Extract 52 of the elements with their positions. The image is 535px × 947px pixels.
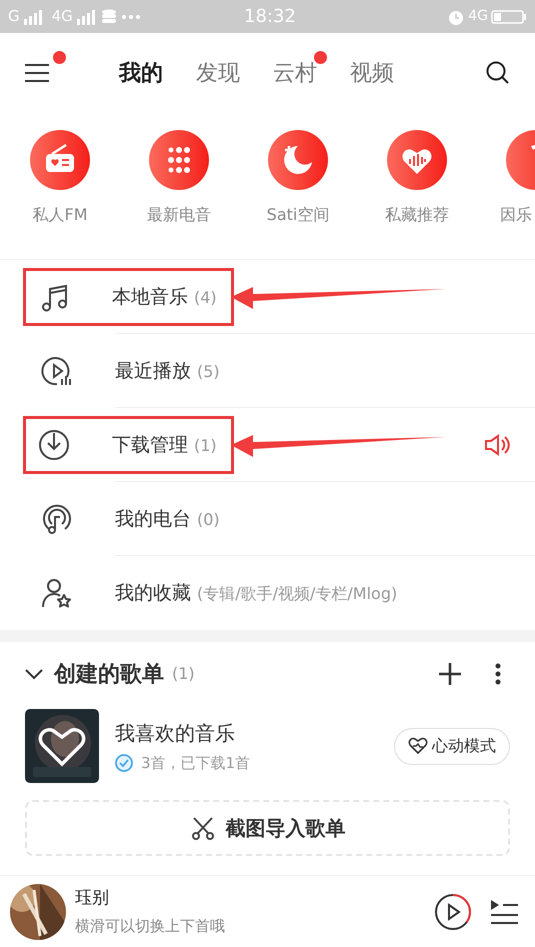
- section-count: (1): [172, 663, 195, 685]
- add-icon[interactable]: [438, 662, 462, 686]
- menu-count: (专辑/歌手/视频/专栏/Mlog): [197, 582, 398, 605]
- battery-icon: [491, 8, 527, 24]
- playlist-icon[interactable]: [489, 898, 519, 924]
- shortcut-label: 最新电音: [147, 204, 211, 226]
- menu-row[interactable]: 我的电台 (0): [0, 482, 535, 556]
- menu-label: 我的电台: [115, 506, 191, 532]
- playlist-row[interactable]: 我喜欢的音乐 3首，已下载1首 心动模式: [0, 706, 535, 786]
- scissors-icon: [190, 816, 216, 840]
- shortcut-icon[interactable]: [30, 130, 90, 190]
- song-hint: 横滑可以切换上下首哦: [75, 916, 225, 937]
- signal-icon: [76, 8, 97, 24]
- menu-label: 最近播放: [115, 358, 191, 384]
- database-icon: [100, 8, 117, 24]
- playlist-name: 我喜欢的音乐: [115, 720, 236, 747]
- menu-row[interactable]: 最近播放 (5): [0, 334, 535, 408]
- shortcut-label: Sati空间: [266, 204, 330, 226]
- menu-row[interactable]: 本地音乐 (4): [0, 260, 535, 334]
- chevron-icon[interactable]: [24, 668, 44, 680]
- shortcut-icon[interactable]: [268, 130, 328, 190]
- song-title: 珏别: [75, 886, 110, 910]
- menu-label: 下载管理: [112, 432, 188, 458]
- import-label: 截图导入歌单: [226, 815, 346, 842]
- menu-count: (4): [194, 286, 217, 309]
- search-button[interactable]: [485, 60, 511, 86]
- menu-row[interactable]: 下载管理 (1): [0, 408, 535, 482]
- playlist-detail: 3首，已下载1首: [141, 752, 250, 774]
- heart-icon: [408, 737, 428, 755]
- menu-row[interactable]: 我的收藏 (专辑/歌手/视频/专栏/Mlog): [0, 556, 535, 630]
- nav-tab[interactable]: 云村: [273, 56, 317, 90]
- menu-label: 本地音乐: [112, 284, 188, 310]
- shortcut-icon[interactable]: [387, 130, 447, 190]
- shortcut-icon[interactable]: [149, 130, 209, 190]
- menu-label: 我的收藏: [115, 580, 191, 606]
- nav-tab[interactable]: 视频: [350, 56, 394, 90]
- signal-icon: [24, 8, 44, 24]
- play-button[interactable]: [433, 892, 473, 932]
- shortcut-label: 私藏推荐: [385, 204, 449, 226]
- search-icon: [485, 60, 511, 86]
- shortcut-label: 私人FM: [32, 204, 88, 226]
- import-card[interactable]: 截图导入歌单: [25, 800, 510, 856]
- section-title: 创建的歌单: [54, 660, 164, 688]
- more-icon: [120, 14, 141, 20]
- menu-count: (0): [197, 508, 220, 531]
- nav-tab[interactable]: 发现: [196, 56, 240, 90]
- more-icon[interactable]: [495, 663, 501, 685]
- menu-count: (1): [194, 434, 217, 457]
- menu-count: (5): [197, 360, 220, 383]
- heartbeat-mode-button[interactable]: 心动模式: [394, 728, 510, 764]
- nav-tab[interactable]: 我的: [119, 56, 163, 90]
- shortcut-label: 因乐: [500, 204, 532, 226]
